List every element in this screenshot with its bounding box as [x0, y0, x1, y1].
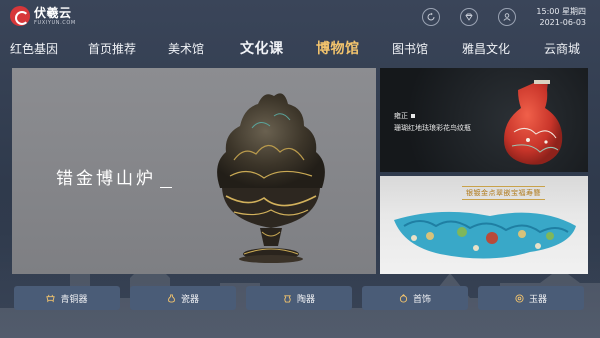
nav-item-artron[interactable]: 雅昌文化	[462, 40, 510, 57]
feature-banner[interactable]: 错金博山炉	[12, 68, 376, 274]
hairpin-card[interactable]: 银镀金点翠嵌宝福寿簪	[380, 176, 588, 274]
pottery-icon	[284, 294, 291, 303]
category-pottery-button[interactable]: 陶器	[246, 286, 352, 310]
clock-weekday: 星期四	[562, 7, 586, 16]
main-nav: 红色基因 首页推荐 美术馆 文化课 博物馆 图书馆 雅昌文化 云商城	[0, 36, 600, 62]
clock-time: 15:00	[536, 7, 560, 16]
category-label: 青铜器	[60, 294, 88, 305]
nav-item-library[interactable]: 图书馆	[392, 40, 428, 57]
category-label: 陶器	[296, 294, 315, 305]
logo-domain: FUXIYUN.COM	[34, 19, 76, 26]
app-logo[interactable]: 伏羲云 FUXIYUN.COM	[10, 6, 76, 26]
jade-icon	[515, 293, 524, 303]
vase-image	[504, 80, 563, 165]
nav-item-red-gene[interactable]: 红色基因	[10, 40, 58, 57]
refresh-icon[interactable]	[422, 8, 440, 26]
category-jewelry-button[interactable]: 首饰	[362, 286, 468, 310]
censer-image	[217, 93, 325, 263]
category-label: 首饰	[412, 294, 431, 305]
vase-card[interactable]: 雍正 珊瑚红地珐琅彩花鸟纹瓶	[380, 68, 588, 172]
category-bronze-button[interactable]: 青铜器	[14, 286, 120, 310]
category-label: 玉器	[528, 294, 547, 305]
nav-item-home[interactable]: 首页推荐	[88, 40, 136, 57]
nav-item-art-gallery[interactable]: 美术馆	[168, 40, 204, 57]
logo-icon	[10, 6, 30, 26]
jewelry-icon	[399, 293, 408, 303]
category-label: 瓷器	[180, 294, 199, 305]
category-jade-button[interactable]: 玉器	[478, 286, 584, 310]
nav-item-cloud-mall[interactable]: 云商城	[544, 40, 580, 57]
nav-item-museum[interactable]: 博物馆	[316, 38, 360, 58]
nav-item-culture-class[interactable]: 文化课	[240, 38, 284, 58]
porcelain-icon	[168, 293, 175, 303]
user-icon[interactable]	[498, 8, 516, 26]
hairpin-image	[394, 211, 576, 259]
clock: 15:00 星期四 2021-06-03	[536, 7, 586, 28]
logo-name: 伏羲云	[34, 5, 72, 20]
clock-date: 2021-06-03	[539, 18, 587, 27]
category-porcelain-button[interactable]: 瓷器	[130, 286, 236, 310]
top-bar: 伏羲云 FUXIYUN.COM 15:00 星期四 2021-06-03	[0, 0, 600, 34]
diamond-icon[interactable]	[460, 8, 478, 26]
bronze-icon	[46, 294, 56, 302]
